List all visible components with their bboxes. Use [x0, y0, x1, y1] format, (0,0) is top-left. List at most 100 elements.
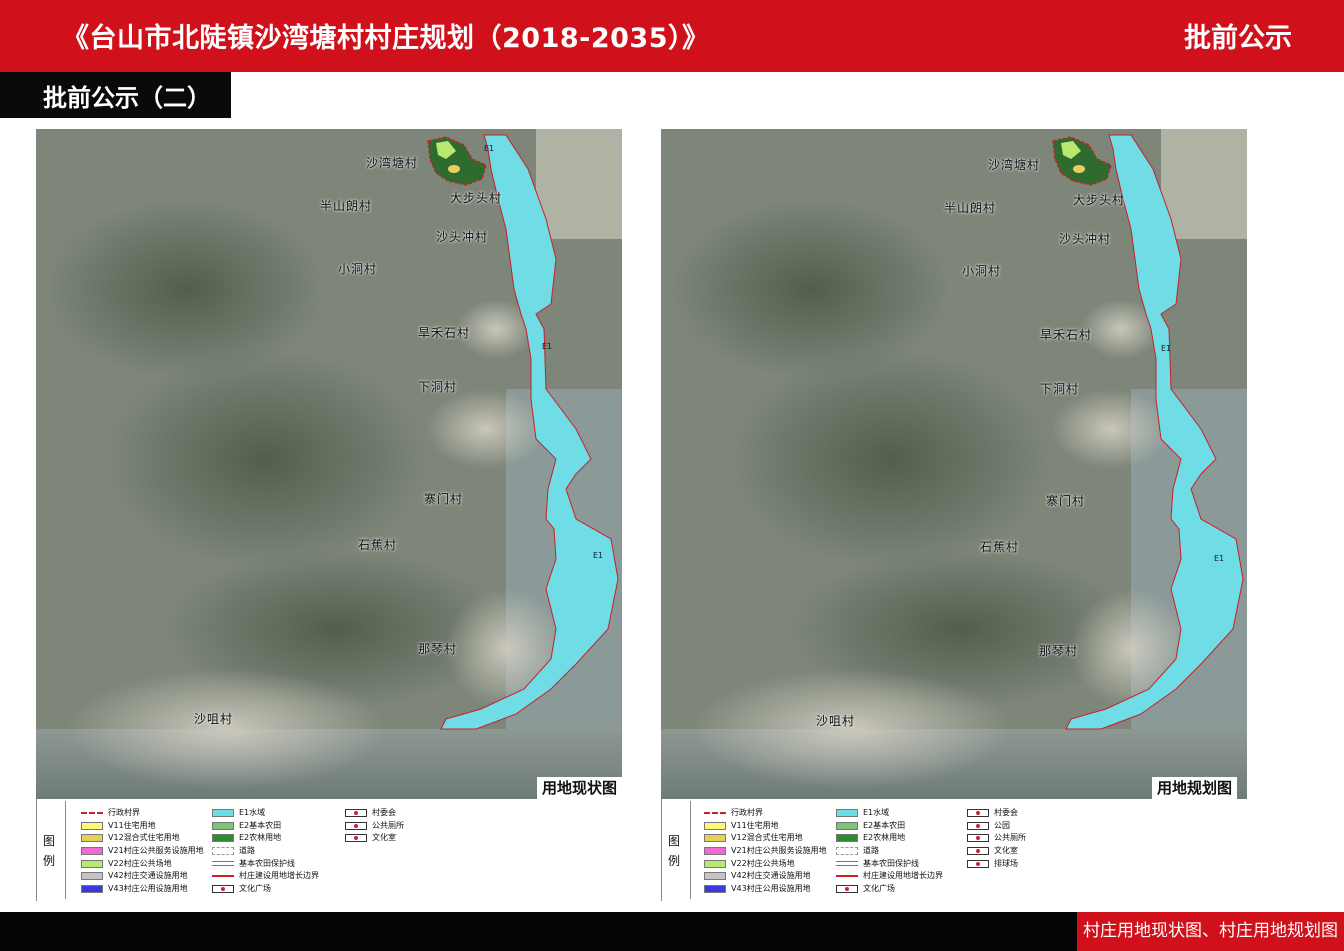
legend-swatch: [704, 872, 726, 881]
village-label: 旱禾石村: [1040, 328, 1093, 342]
current-land-use-map: [36, 129, 622, 801]
legend-label: V12混合式住宅用地: [731, 833, 803, 843]
map-title-current: 用地现状图: [536, 777, 622, 799]
legend-label: E2基本农田: [239, 820, 282, 830]
legend-label: 道路: [863, 846, 879, 856]
mountain-ridge-1: [731, 349, 1051, 569]
legend-swatch: [704, 812, 726, 814]
legend-swatch: [967, 859, 989, 868]
legend-swatch: [967, 847, 989, 856]
legend-label: E2农林用地: [239, 833, 282, 843]
legend-label: 文化室: [994, 846, 1018, 856]
legend-swatch: [212, 834, 234, 843]
footer-caption: 村庄用地现状图、村庄用地规划图: [1077, 912, 1344, 951]
legend-label: 村庄建设用地增长边界: [239, 871, 319, 881]
legend-swatch: [704, 859, 726, 868]
village-label: 沙头冲村: [1059, 232, 1112, 246]
legend-label: V21村庄公共服务设施用地: [108, 846, 204, 856]
legend-swatch: [212, 809, 234, 817]
village-label: 沙头冲村: [436, 230, 489, 244]
village-label: 石蕉村: [358, 538, 398, 552]
legend-title: 图例: [668, 834, 681, 868]
village-label: 大步头村: [1073, 193, 1126, 207]
water-label: E1: [1161, 344, 1172, 353]
village-label: 小洞村: [338, 262, 378, 276]
legend-label: 行政村界: [731, 808, 763, 817]
settlement-area-1: [1051, 389, 1171, 469]
village-label: 下洞村: [418, 380, 458, 394]
farm-northeast: [1161, 129, 1247, 239]
section-tab: 批前公示（二）: [0, 72, 231, 118]
legend-swatch: [967, 809, 989, 817]
legend-swatch: [704, 821, 726, 830]
legend-swatch: [212, 847, 234, 856]
village-label: 寨门村: [1046, 494, 1086, 508]
document-title: 《台山市北陡镇沙湾塘村村庄规划（2018-2035）》: [62, 23, 710, 54]
legend-label: 行政村界: [108, 808, 140, 817]
legend-swatch: [212, 875, 234, 878]
legend-label: V22村庄公共场地: [731, 858, 795, 868]
planned-land-use-panel: 用地规划图 沙湾塘村 大步头村 半山朗村 沙头冲村 小洞村 旱禾石村 下洞村 寨…: [661, 129, 1247, 901]
legend-swatch: [81, 847, 103, 856]
legend-label: 基本农田保护线: [863, 858, 919, 868]
legend-swatch: [81, 834, 103, 843]
legend-label: V11住宅用地: [108, 820, 156, 830]
legend-swatch: [836, 875, 858, 878]
legend-label: V43村庄公用设施用地: [731, 884, 811, 894]
legend-label: V11住宅用地: [731, 820, 779, 830]
legend-label: 村庄建设用地增长边界: [863, 871, 943, 881]
legend-swatch: [836, 885, 858, 894]
coastal-settlement: [66, 669, 386, 789]
legend-swatch: [81, 859, 103, 868]
header-bar: 《台山市北陡镇沙湾塘村村庄规划（2018-2035）》 批前公示: [0, 0, 1344, 72]
legend-swatch: [345, 834, 367, 843]
legend-swatch: [81, 812, 103, 814]
village-label: 半山朗村: [944, 201, 997, 215]
village-label: 大步头村: [450, 191, 503, 205]
legend-swatch: [704, 885, 726, 894]
legend-label: E1水域: [239, 808, 266, 817]
legend-swatch: [704, 847, 726, 856]
legend-swatch: [212, 821, 234, 830]
legend-swatch: [967, 834, 989, 843]
footer-bar: 村庄用地现状图、村庄用地规划图: [0, 912, 1344, 951]
farm-northeast: [536, 129, 622, 239]
map-title-planned: 用地规划图: [1151, 777, 1237, 799]
legend-swatch: [212, 860, 234, 866]
legend-label: 公共厕所: [994, 833, 1026, 843]
legend-swatch: [81, 885, 103, 894]
legend-label: V21村庄公共服务设施用地: [731, 846, 827, 856]
current-land-use-panel: 用地现状图 沙湾塘村 大步头村 半山朗村 沙头冲村 小洞村 旱禾石村 下洞村 寨…: [36, 129, 622, 901]
legend-label: 村委会: [994, 808, 1018, 817]
legend-label: 公共厕所: [372, 820, 404, 830]
legend-label: E2基本农田: [863, 820, 906, 830]
village-label: 沙湾塘村: [988, 158, 1041, 172]
legend-swatch: [836, 834, 858, 843]
legend-swatch: [81, 821, 103, 830]
legend-swatch: [836, 847, 858, 856]
legend-label: V22村庄公共场地: [108, 858, 172, 868]
legend-label: V43村庄公用设施用地: [108, 884, 188, 894]
legend-swatch: [345, 809, 367, 817]
legend-label: 文化广场: [863, 884, 895, 894]
notice-tag: 批前公示: [1184, 23, 1292, 54]
village-label: 寨门村: [424, 492, 464, 506]
village-label: 沙湾塘村: [366, 156, 419, 170]
village-label: 旱禾石村: [418, 326, 471, 340]
legend-swatch: [967, 821, 989, 830]
legend-swatch: [345, 821, 367, 830]
legend-label: V42村庄交通设施用地: [731, 871, 811, 881]
village-core-residential: [448, 165, 460, 173]
section-label: 批前公示（二）: [43, 84, 211, 112]
village-label: 石蕉村: [980, 540, 1020, 554]
water-label: E1: [593, 551, 604, 560]
legend-label: V12混合式住宅用地: [108, 833, 180, 843]
legend-label: 文化广场: [239, 884, 271, 894]
village-label: 半山朗村: [320, 199, 373, 213]
village-label: 那琴村: [418, 642, 458, 656]
legend-swatch: [704, 834, 726, 843]
legend-label: 公园: [994, 820, 1010, 830]
legend-label: 村委会: [372, 808, 396, 817]
legend-label: 基本农田保护线: [239, 858, 295, 868]
legend-swatch: [212, 885, 234, 894]
